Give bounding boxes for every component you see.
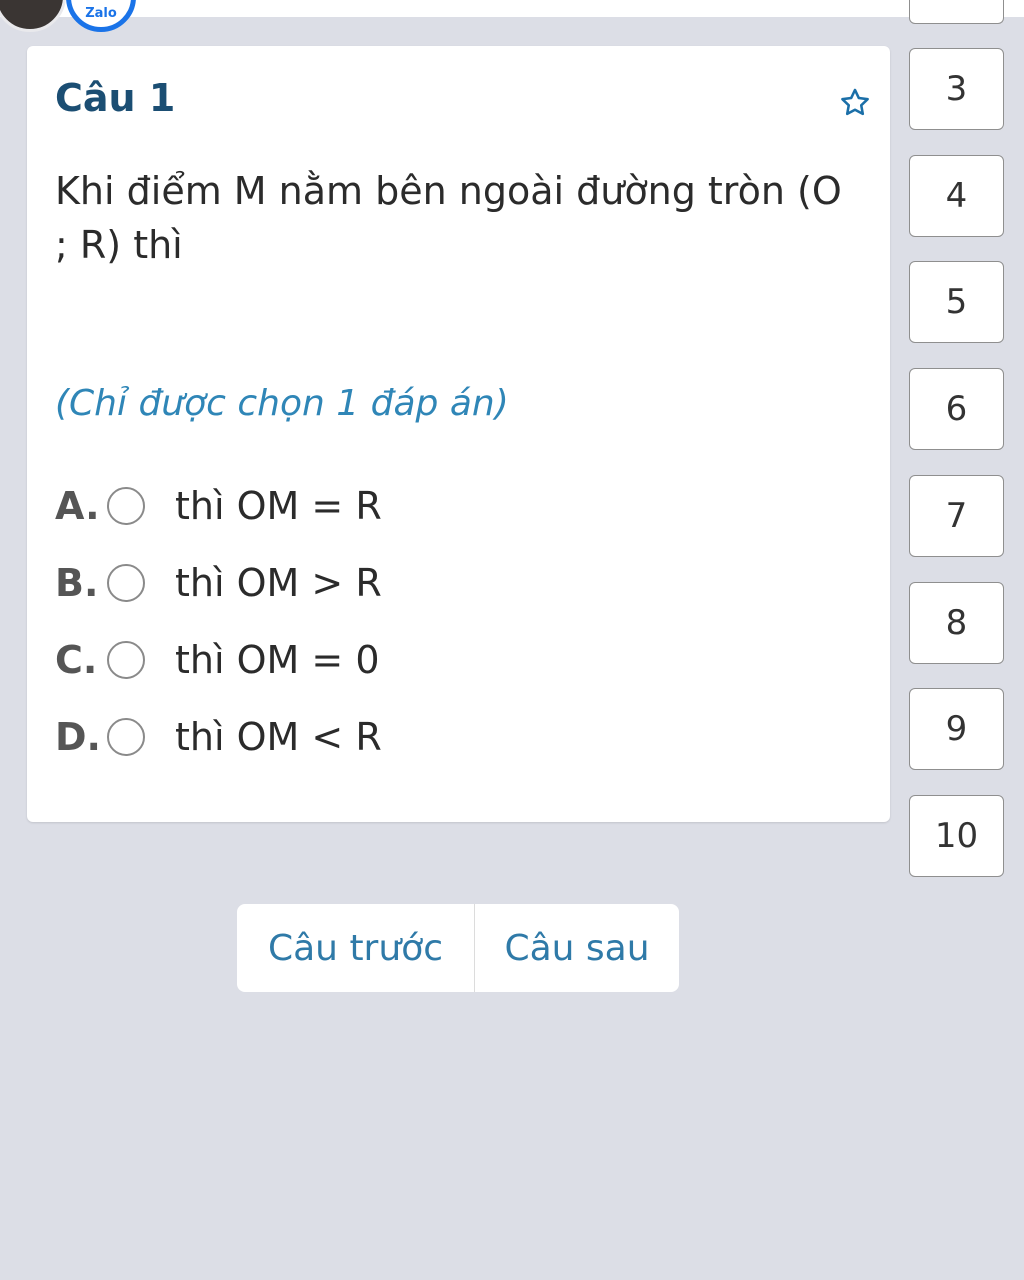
zalo-icon[interactable]: Zalo [66, 0, 136, 32]
avatar[interactable] [0, 0, 66, 32]
question-nav-item-4[interactable]: 4 [909, 155, 1004, 237]
option-b[interactable]: B. thì OM > R [55, 553, 655, 613]
question-text: Khi điểm M nằm bên ngoài đường tròn (O ;… [55, 169, 842, 267]
option-c[interactable]: C. thì OM = 0 [55, 630, 655, 690]
question-nav-item-8[interactable]: 8 [909, 582, 1004, 664]
question-nav-item-10[interactable]: 10 [909, 795, 1004, 877]
option-letter: A. [55, 484, 100, 528]
option-letter: D. [55, 715, 101, 759]
radio-button[interactable] [107, 564, 145, 602]
question-title: Câu 1 [55, 76, 176, 120]
question-nav-item-9[interactable]: 9 [909, 688, 1004, 770]
option-text: thì OM > R [175, 561, 382, 605]
zalo-label: Zalo [85, 6, 117, 21]
question-pager: Câu trước Câu sau [237, 904, 679, 992]
question-nav-item-6[interactable]: 6 [909, 368, 1004, 450]
question-nav-item-7[interactable]: 7 [909, 475, 1004, 557]
option-a[interactable]: A. thì OM = R [55, 476, 655, 536]
question-nav-item-2[interactable] [909, 0, 1004, 24]
option-text: thì OM < R [175, 715, 382, 759]
star-icon[interactable] [838, 86, 872, 120]
question-nav-item-3[interactable]: 3 [909, 48, 1004, 130]
previous-question-button[interactable]: Câu trước [237, 904, 475, 992]
question-card: Câu 1 Khi điểm M nằm bên ngoài đường trò… [27, 46, 890, 822]
option-letter: C. [55, 638, 98, 682]
option-d[interactable]: D. thì OM < R [55, 707, 655, 767]
top-bar [0, 0, 1024, 17]
next-question-button[interactable]: Câu sau [475, 904, 679, 992]
option-letter: B. [55, 561, 99, 605]
radio-button[interactable] [107, 487, 145, 525]
question-hint: (Chỉ được chọn 1 đáp án) [55, 383, 509, 424]
option-text: thì OM = 0 [175, 638, 380, 682]
option-text: thì OM = R [175, 484, 382, 528]
radio-button[interactable] [107, 641, 145, 679]
question-nav-item-5[interactable]: 5 [909, 261, 1004, 343]
radio-button[interactable] [107, 718, 145, 756]
